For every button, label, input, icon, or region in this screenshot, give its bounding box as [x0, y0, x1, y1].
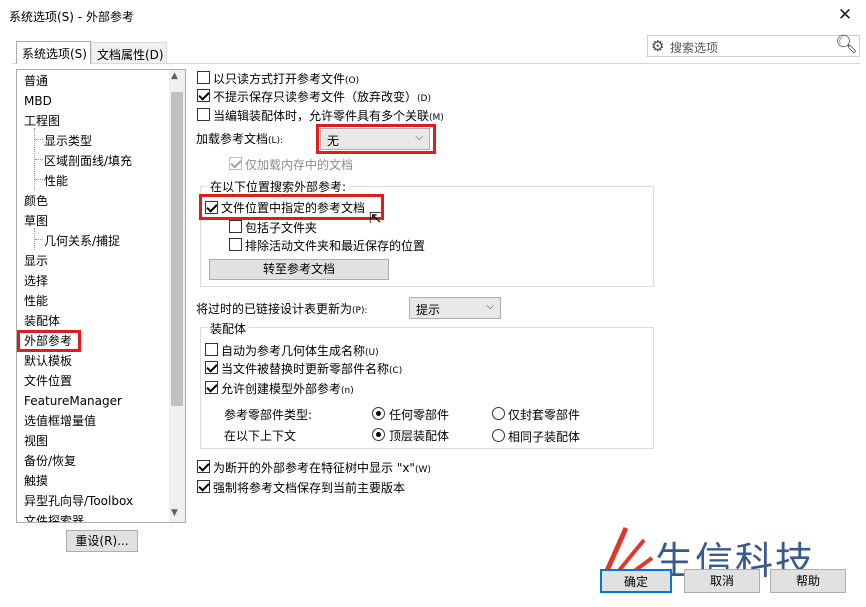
help-button[interactable]: 帮助: [770, 569, 846, 593]
include-subfolders-label: 包括子文件夹: [245, 221, 318, 235]
tab-system-options[interactable]: 系统选项(S): [16, 41, 91, 64]
tree-item-drawing-performance[interactable]: 性能: [44, 172, 68, 190]
auto-name-checkbox[interactable]: [205, 343, 218, 356]
radio-top-assembly[interactable]: [372, 428, 385, 441]
tree-item-hole-wizard-toolbox[interactable]: 异型孔向导/Toolbox: [24, 492, 133, 510]
file-location-docs-highlight: [199, 194, 384, 220]
open-readonly-label: 以只读方式打开参考文件(O): [213, 72, 360, 86]
radio-same-sub-label: 相同子装配体: [508, 430, 581, 444]
ref-component-type-label: 参考零部件类型:: [224, 408, 313, 422]
tree-guide-tick: [35, 239, 43, 240]
selection-highlight-box: [17, 330, 81, 352]
window-title: 系统选项(S) - 外部参考: [9, 10, 134, 24]
tree-item-file-locations[interactable]: 文件位置: [24, 372, 72, 390]
tab-document-properties[interactable]: 文档属性(D): [91, 42, 167, 63]
update-names-label: 当文件被替换时更新零部件名称(C): [221, 362, 403, 376]
allow-create-ext-checkbox[interactable]: [205, 381, 218, 394]
tree-item-performance[interactable]: 性能: [24, 292, 48, 310]
tree-item-relations-snaps[interactable]: 几何关系/捕捉: [44, 232, 120, 250]
load-ref-docs-highlight: [316, 124, 436, 154]
tree-item-selection[interactable]: 选择: [24, 272, 48, 290]
show-x-broken-label: 为断开的外部参考在特征树中显示 "x"(W): [213, 461, 431, 475]
force-save-version-checkbox[interactable]: [197, 480, 210, 493]
tree-item-area-hatch[interactable]: 区域剖面线/填充: [44, 152, 132, 170]
tree-item-default-templates[interactable]: 默认模板: [24, 352, 72, 370]
tree-item-display[interactable]: 显示: [24, 252, 48, 270]
tree-scrollbar-thumb[interactable]: [171, 92, 183, 406]
no-prompt-save-label: 不提示保存只读参考文件（放弃改变）(D): [213, 90, 431, 104]
close-button[interactable]: ✕: [830, 3, 860, 27]
tree-item-display-style[interactable]: 显示类型: [44, 132, 92, 150]
options-tree[interactable]: 普通 MBD 工程图 显示类型 区域剖面线/填充 性能 颜色 草图 几何关系/捕…: [16, 69, 186, 523]
search-placeholder: 搜索选项: [670, 41, 719, 55]
load-in-memory-label: 仅加载内存中的文档: [245, 158, 354, 172]
radio-top-assembly-label: 顶层装配体: [389, 429, 450, 443]
allow-multi-ref-checkbox[interactable]: [197, 108, 210, 121]
context-label: 在以下上下文: [224, 429, 297, 443]
update-names-checkbox[interactable]: [205, 361, 218, 374]
load-in-memory-checkbox[interactable]: [229, 157, 242, 170]
ok-button[interactable]: 确定: [600, 569, 672, 593]
tab-divider: [12, 63, 860, 64]
chevron-down-icon: ⌵: [486, 301, 494, 312]
radio-any-part[interactable]: [372, 407, 385, 420]
update-design-table-label: 将过时的已链接设计表更新为(P):: [196, 302, 368, 316]
tree-guide-tick: [35, 139, 43, 140]
force-save-version-label: 强制将参考文档保存到当前主要版本: [213, 481, 406, 495]
exclude-active-label: 排除活动文件夹和最近保存的位置: [245, 239, 426, 253]
tree-guide-tick: [35, 159, 43, 160]
tree-item-touch[interactable]: 触摸: [24, 472, 48, 490]
exclude-active-checkbox[interactable]: [229, 238, 242, 251]
include-subfolders-checkbox[interactable]: [229, 220, 242, 233]
radio-any-part-label: 任何零部件: [389, 408, 450, 422]
assembly-group-title: 装配体: [207, 320, 250, 337]
allow-multi-ref-label: 当编辑装配体时，允许零件具有多个关联(M): [213, 109, 444, 123]
show-x-broken-checkbox[interactable]: [197, 460, 210, 473]
search-locations-group-title: 在以下位置搜索外部参考:: [207, 178, 350, 195]
tree-item-assemblies[interactable]: 装配体: [24, 312, 60, 330]
reset-button[interactable]: 重设(R)...: [66, 530, 138, 552]
radio-closed-part[interactable]: [492, 407, 505, 420]
update-design-table-select[interactable]: 提示 ⌵: [409, 297, 501, 319]
cancel-button[interactable]: 取消: [684, 569, 760, 593]
load-ref-docs-label: 加载参考文档(L):: [196, 132, 284, 146]
radio-same-sub[interactable]: [492, 429, 505, 442]
tree-item-backup-recover[interactable]: 备份/恢复: [24, 452, 76, 470]
search-icon[interactable]: 🔍︎: [835, 34, 858, 55]
allow-create-ext-label: 允许创建模型外部参考(n): [221, 382, 354, 396]
tree-item-mbd[interactable]: MBD: [24, 92, 52, 110]
no-prompt-save-checkbox[interactable]: [197, 89, 210, 102]
tree-guide-tick: [35, 179, 43, 180]
tree-item-view[interactable]: 视图: [24, 432, 48, 450]
auto-name-label: 自动为参考几何体生成名称(U): [221, 344, 379, 358]
scroll-up-icon[interactable]: ▲: [171, 71, 178, 81]
tree-item-general[interactable]: 普通: [24, 72, 48, 90]
tree-item-spin-box-increments[interactable]: 选值框增量值: [24, 412, 96, 430]
radio-closed-part-label: 仅封套零部件: [508, 408, 581, 422]
tree-item-file-explorer[interactable]: 文件探索器: [24, 512, 84, 522]
goto-ref-docs-button[interactable]: 转至参考文档: [209, 259, 389, 280]
mouse-cursor-icon: ⇱: [369, 209, 382, 227]
open-readonly-checkbox[interactable]: [197, 71, 210, 84]
update-design-table-value: 提示: [416, 303, 441, 317]
tree-item-sketch[interactable]: 草图: [24, 212, 48, 230]
tree-item-drawings[interactable]: 工程图: [24, 112, 60, 130]
tree-item-featuremanager[interactable]: FeatureManager: [24, 392, 122, 410]
scroll-down-icon[interactable]: ▼: [171, 508, 178, 518]
gear-icon[interactable]: ⚙: [651, 37, 664, 55]
tree-item-colors[interactable]: 颜色: [24, 192, 48, 210]
